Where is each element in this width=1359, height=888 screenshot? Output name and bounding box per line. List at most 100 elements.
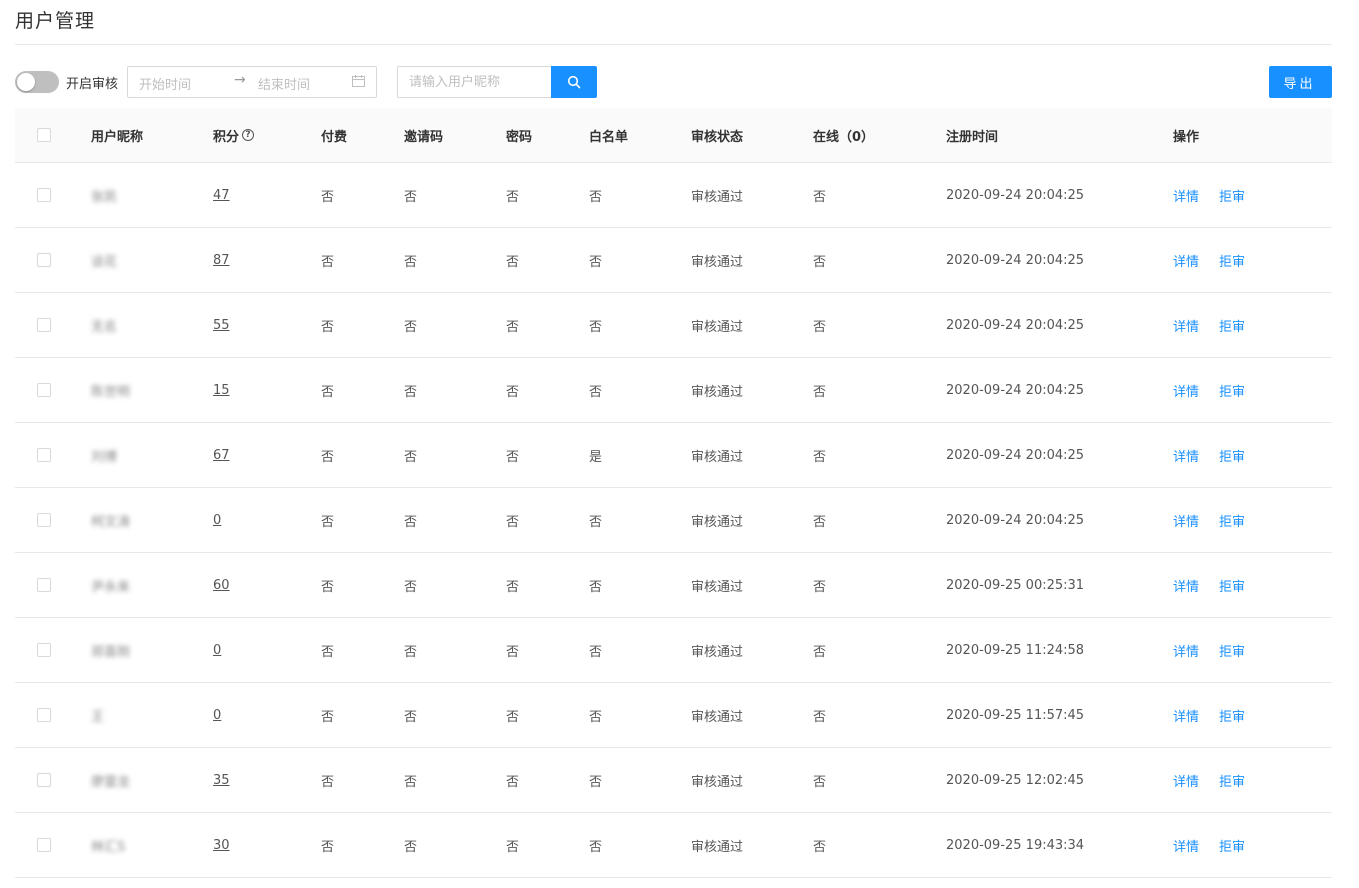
actions-cell: 详情 拒审: [1173, 488, 1265, 552]
registered-time-cell: 2020-09-25 00:25:31: [946, 577, 1085, 593]
whitelist-cell: 是: [589, 449, 603, 465]
row-select-cell: [37, 618, 51, 682]
calendar-icon: [352, 75, 365, 87]
points-link[interactable]: 15: [213, 383, 230, 398]
row-checkbox[interactable]: [37, 578, 51, 592]
start-date-placeholder[interactable]: 开始时间: [139, 74, 191, 93]
detail-link[interactable]: 详情: [1173, 836, 1199, 855]
registered-time-cell: 2020-09-25 19:43:34: [946, 837, 1085, 853]
detail-link[interactable]: 详情: [1173, 186, 1199, 205]
points-cell: 15: [213, 358, 230, 422]
detail-link[interactable]: 详情: [1173, 446, 1199, 465]
detail-link[interactable]: 详情: [1173, 381, 1199, 400]
points-cell: 0: [213, 488, 221, 552]
paid-cell: 否: [321, 839, 335, 855]
header-online: 在线（0）: [813, 129, 875, 145]
detail-link[interactable]: 详情: [1173, 706, 1199, 725]
paid-cell: 否: [321, 774, 335, 790]
password-cell: 否: [506, 319, 520, 335]
reject-link[interactable]: 拒审: [1219, 381, 1245, 400]
paid-cell: 否: [321, 709, 335, 725]
password-cell: 否: [506, 774, 520, 790]
points-link[interactable]: 55: [213, 318, 230, 333]
table-row: 无名 55 否 否 否 否 审核通过 否 2020-09-24 20:04:25 详情 拒审: [15, 293, 1332, 358]
detail-link[interactable]: 详情: [1173, 641, 1199, 660]
row-checkbox[interactable]: [37, 513, 51, 527]
row-checkbox[interactable]: [37, 318, 51, 332]
nickname-cell: 谈花: [91, 228, 117, 292]
row-select-cell: [37, 683, 51, 747]
password-cell: 否: [506, 644, 520, 660]
password-cell: 否: [506, 384, 520, 400]
row-checkbox[interactable]: [37, 448, 51, 462]
export-button[interactable]: 导出: [1269, 66, 1332, 98]
detail-link[interactable]: 详情: [1173, 771, 1199, 790]
points-link[interactable]: 0: [213, 708, 221, 723]
date-range-picker[interactable]: 开始时间 → 结束时间: [127, 66, 377, 98]
paid-cell: 否: [321, 579, 335, 595]
detail-link[interactable]: 详情: [1173, 576, 1199, 595]
row-checkbox[interactable]: [37, 643, 51, 657]
reject-link[interactable]: 拒审: [1219, 511, 1245, 530]
review-status-cell: 审核通过: [691, 644, 744, 660]
detail-link[interactable]: 详情: [1173, 316, 1199, 335]
row-checkbox[interactable]: [37, 383, 51, 397]
reject-link[interactable]: 拒审: [1219, 771, 1245, 790]
reject-link[interactable]: 拒审: [1219, 641, 1245, 660]
row-checkbox[interactable]: [37, 253, 51, 267]
header-nickname: 用户昵称: [91, 129, 144, 145]
actions-cell: 详情 拒审: [1173, 683, 1265, 747]
nickname-search-input[interactable]: [397, 66, 552, 98]
whitelist-cell: 否: [589, 514, 603, 530]
nickname-value: 张凯: [91, 189, 118, 205]
row-select-cell: [37, 488, 51, 552]
whitelist-cell: 否: [589, 709, 603, 725]
row-checkbox[interactable]: [37, 708, 51, 722]
actions-cell: 详情 拒审: [1173, 813, 1265, 877]
points-link[interactable]: 35: [213, 773, 230, 788]
reject-link[interactable]: 拒审: [1219, 186, 1245, 205]
actions-cell: 详情 拒审: [1173, 423, 1265, 487]
row-checkbox[interactable]: [37, 773, 51, 787]
end-date-placeholder[interactable]: 结束时间: [258, 74, 310, 93]
points-link[interactable]: 0: [213, 643, 221, 658]
points-link[interactable]: 30: [213, 838, 230, 853]
points-link[interactable]: 67: [213, 448, 230, 463]
points-link[interactable]: 87: [213, 253, 230, 268]
row-checkbox[interactable]: [37, 838, 51, 852]
points-link[interactable]: 47: [213, 188, 230, 203]
reject-link[interactable]: 拒审: [1219, 836, 1245, 855]
table-row: 王 0 否 否 否 否 审核通过 否 2020-09-25 11:57:45 详情 拒审: [15, 683, 1332, 748]
header-points-label: 积分: [213, 129, 240, 145]
invite-code-cell: 否: [404, 774, 418, 790]
row-checkbox[interactable]: [37, 188, 51, 202]
select-all-checkbox[interactable]: [37, 128, 51, 142]
nickname-value: 尹永来: [91, 579, 131, 595]
points-link[interactable]: 60: [213, 578, 230, 593]
nickname-value: 廖雷龙: [91, 774, 131, 790]
whitelist-cell: 否: [589, 839, 603, 855]
review-status-cell: 审核通过: [691, 774, 744, 790]
online-cell: 否: [813, 774, 827, 790]
question-circle-icon[interactable]: ?: [242, 129, 255, 141]
reject-link[interactable]: 拒审: [1219, 446, 1245, 465]
invite-code-cell: 否: [404, 839, 418, 855]
reject-link[interactable]: 拒审: [1219, 251, 1245, 270]
actions-cell: 详情 拒审: [1173, 163, 1265, 227]
detail-link[interactable]: 详情: [1173, 251, 1199, 270]
reject-link[interactable]: 拒审: [1219, 576, 1245, 595]
header-paid: 付费: [321, 129, 348, 145]
registered-time-cell: 2020-09-25 12:02:45: [946, 772, 1085, 788]
reject-link[interactable]: 拒审: [1219, 316, 1245, 335]
header-whitelist: 白名单: [589, 129, 629, 145]
whitelist-cell: 否: [589, 774, 603, 790]
invite-code-cell: 否: [404, 709, 418, 725]
nickname-value: 郑喜刚: [91, 644, 131, 660]
review-toggle-switch[interactable]: [15, 71, 59, 93]
search-button[interactable]: [551, 66, 597, 98]
table-body: 张凯 47 否否否否审核通过否 2020-09-24 20:04:25 详情 拒审 谈花 87…: [15, 163, 1332, 878]
detail-link[interactable]: 详情: [1173, 511, 1199, 530]
points-link[interactable]: 0: [213, 513, 221, 528]
select-all-cell: [37, 108, 51, 162]
reject-link[interactable]: 拒审: [1219, 706, 1245, 725]
